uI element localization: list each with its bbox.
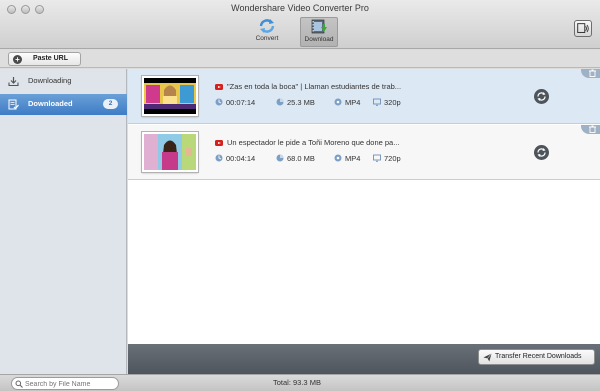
convert-arrows-icon: [259, 19, 275, 33]
window-title: Wondershare Video Converter Pro: [231, 3, 369, 13]
download-film-icon: [311, 19, 327, 34]
sidebar: Downloading Downloaded 2: [0, 69, 127, 374]
video-size: 68.0 MB: [287, 154, 315, 163]
sidebar-item-downloading[interactable]: Downloading: [0, 71, 127, 92]
video-format: MP4: [345, 154, 361, 163]
search-icon: [15, 380, 23, 388]
trash-icon: [589, 69, 596, 77]
clock-icon: [215, 98, 223, 106]
convert-arrows-icon: [537, 148, 546, 157]
convert-video-button[interactable]: [534, 89, 549, 104]
downloaded-list: "Zas en toda la boca" | Llaman estudiant…: [128, 69, 600, 344]
download-tab-button[interactable]: Download: [300, 17, 338, 47]
download-tray-icon: [8, 77, 19, 87]
search-field[interactable]: [11, 377, 119, 390]
action-bar: + Paste URL: [0, 50, 600, 68]
video-size: 25.3 MB: [287, 98, 315, 107]
video-title: "Zas en toda la boca" | Llaman estudiant…: [227, 82, 402, 91]
status-bar: Total: 93.3 MB: [0, 374, 600, 391]
video-duration: 00:07:14: [226, 98, 256, 107]
convert-arrows-icon: [537, 92, 546, 101]
format-icon: [334, 154, 342, 162]
transfer-recent-downloads-button[interactable]: Transfer Recent Downloads: [478, 349, 595, 365]
transfer-label: Transfer Recent Downloads: [495, 353, 582, 360]
downloaded-list-icon: [8, 99, 19, 110]
delete-button[interactable]: [581, 125, 600, 134]
convert-tab-button[interactable]: Convert: [248, 17, 286, 47]
resolution-icon: [373, 98, 381, 106]
sidebar-item-label: Downloaded: [28, 99, 73, 108]
video-thumbnail: [142, 76, 198, 116]
paste-url-label: Paste URL: [33, 55, 69, 62]
send-plane-icon: [483, 353, 492, 362]
title-bar: Wondershare Video Converter Pro Convert …: [0, 0, 600, 49]
trash-icon: [589, 125, 596, 133]
count-badge: 2: [103, 99, 118, 109]
video-thumbnail: [142, 132, 198, 172]
delete-button[interactable]: [581, 69, 600, 78]
video-resolution: 720p: [384, 154, 401, 163]
search-input[interactable]: [25, 379, 115, 389]
file-size-icon: [276, 98, 284, 106]
video-resolution: 320p: [384, 98, 401, 107]
sidebar-item-downloaded[interactable]: Downloaded 2: [0, 94, 127, 115]
download-tab-label: Download: [304, 36, 334, 43]
video-duration: 00:04:14: [226, 154, 256, 163]
youtube-icon: [215, 84, 223, 90]
convert-tab-label: Convert: [255, 35, 279, 42]
youtube-icon: [215, 140, 223, 146]
sidebar-item-label: Downloading: [28, 76, 72, 85]
file-size-icon: [276, 154, 284, 162]
device-icon: [577, 23, 589, 33]
device-button[interactable]: [574, 20, 592, 37]
total-size: Total: 93.3 MB: [273, 378, 321, 387]
clock-icon: [215, 154, 223, 162]
convert-video-button[interactable]: [534, 145, 549, 160]
resolution-icon: [373, 154, 381, 162]
transfer-bar: Transfer Recent Downloads: [128, 344, 600, 374]
paste-url-button[interactable]: + Paste URL: [8, 52, 81, 66]
format-icon: [334, 98, 342, 106]
list-item[interactable]: "Zas en toda la boca" | Llaman estudiant…: [128, 69, 600, 124]
video-title: Un espectador le pide a Toñi Moreno que …: [227, 138, 400, 147]
plus-circle-icon: +: [13, 55, 22, 64]
video-format: MP4: [345, 98, 361, 107]
list-item[interactable]: Un espectador le pide a Toñi Moreno que …: [128, 125, 600, 180]
